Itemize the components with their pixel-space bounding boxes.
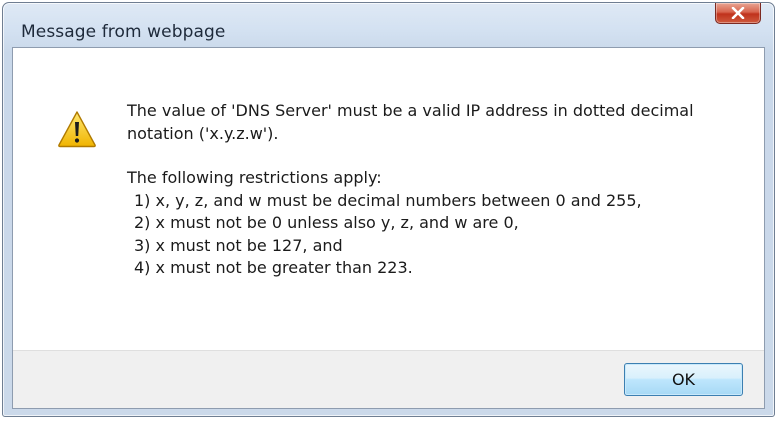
message-dialog: Message from webpage The value of 'DNS S… — [2, 2, 775, 417]
close-icon — [731, 7, 745, 19]
restriction-item: 3) x must not be 127, and — [134, 235, 343, 255]
message-area: The value of 'DNS Server' must be a vali… — [13, 48, 764, 352]
title-bar[interactable]: Message from webpage — [3, 3, 774, 47]
message-line: The value of 'DNS Server' must be a vali… — [127, 101, 694, 120]
restriction-item: 2) x must not be 0 unless also y, z, and… — [134, 213, 519, 232]
warning-icon — [58, 111, 96, 148]
dialog-title: Message from webpage — [21, 22, 226, 42]
restriction-item: 1) x, y, z, and w must be decimal number… — [134, 190, 642, 210]
restriction-item: 4) x must not be greater than 223. — [134, 258, 413, 277]
button-bar: OK — [13, 350, 764, 408]
message-line: notation ('x.y.z.w'). — [127, 123, 279, 143]
dialog-body: The value of 'DNS Server' must be a vali… — [12, 47, 765, 409]
close-button[interactable] — [715, 3, 761, 24]
restrictions-header: The following restrictions apply: — [127, 168, 382, 187]
ok-button[interactable]: OK — [624, 363, 743, 396]
message-text: The value of 'DNS Server' must be a vali… — [127, 100, 747, 280]
